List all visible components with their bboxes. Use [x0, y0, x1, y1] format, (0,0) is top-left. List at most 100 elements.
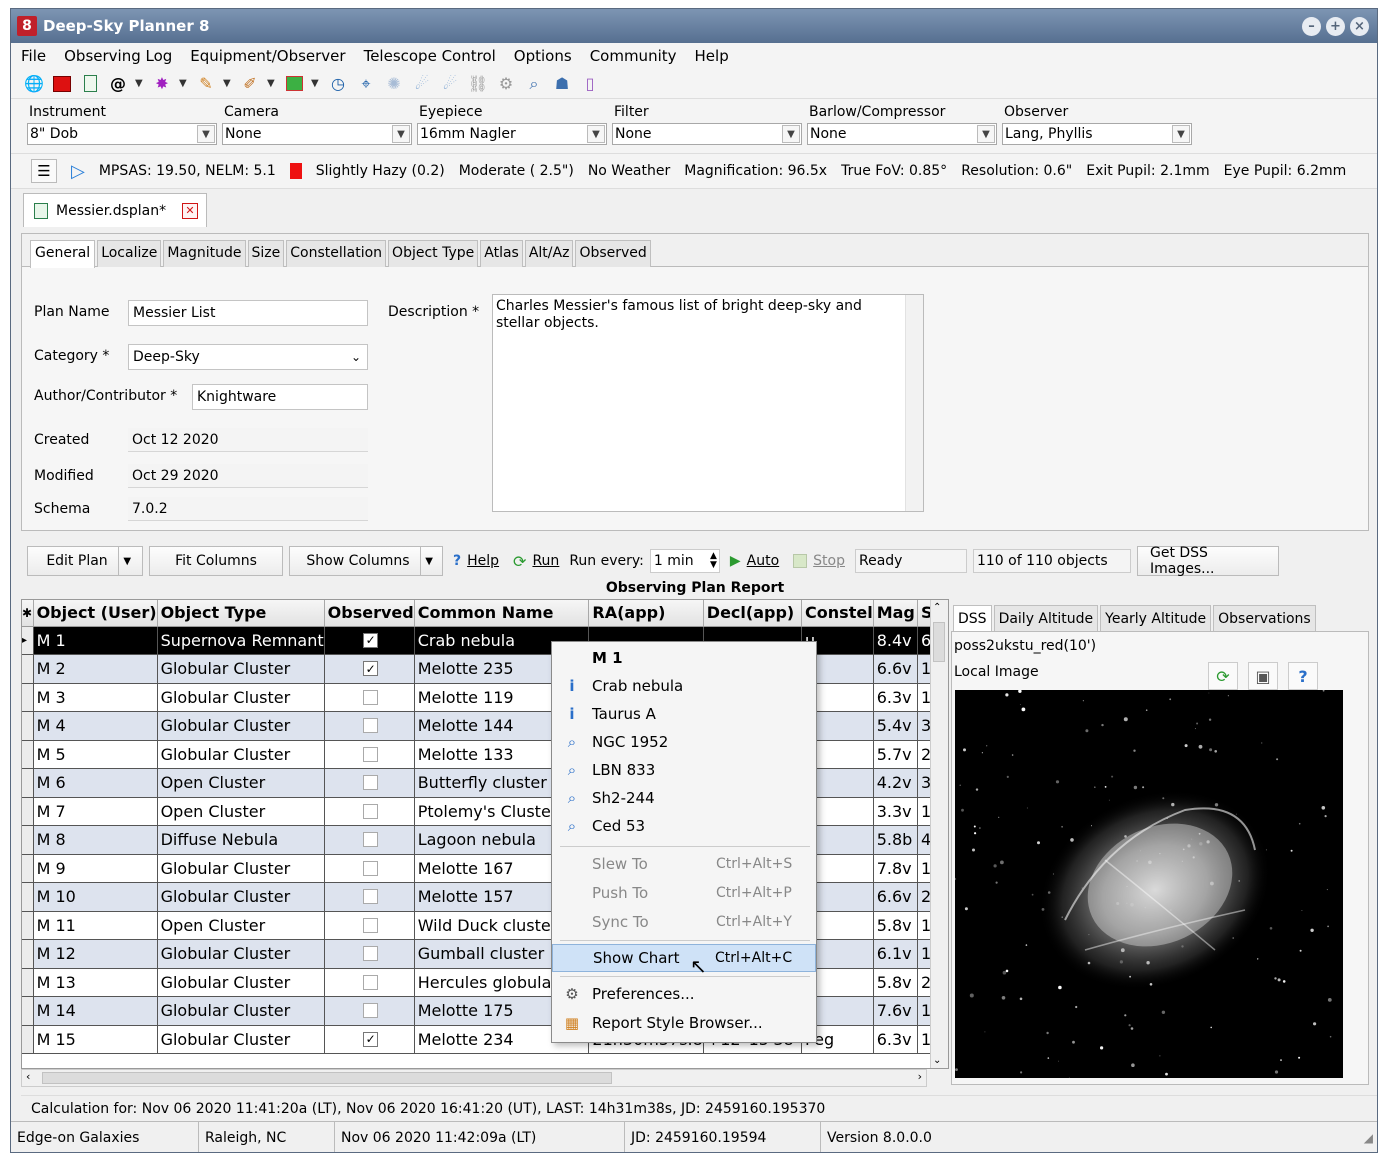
chevron-down-icon[interactable]: ▼	[1172, 125, 1190, 143]
menu-options[interactable]: Options	[514, 47, 572, 65]
scroll-down-icon[interactable]: ⌄	[933, 1055, 941, 1066]
grid-horizontal-scrollbar[interactable]: ‹ ›	[21, 1069, 927, 1087]
tab-observations[interactable]: Observations	[1213, 605, 1316, 631]
col-ra[interactable]: RA(app)	[588, 600, 704, 627]
help-button[interactable]: ? Help	[449, 553, 503, 569]
play-icon[interactable]: ▷	[71, 161, 85, 182]
author-input[interactable]: Knightware	[192, 384, 368, 410]
observed-checkbox[interactable]	[363, 860, 379, 876]
tab-localize[interactable]: Localize	[97, 240, 162, 267]
tab-observed[interactable]: Observed	[575, 240, 651, 267]
calendar-icon[interactable]	[51, 73, 73, 95]
menu-equipment-observer[interactable]: Equipment/Observer	[190, 47, 345, 65]
resize-grip-icon[interactable]: ◢	[1364, 1131, 1373, 1145]
description-textarea[interactable]: Charles Messier's famous list of bright …	[492, 294, 924, 512]
tab-alt-az[interactable]: Alt/Az	[524, 240, 574, 267]
instrument-select[interactable]: 8" Dob ▼	[27, 123, 217, 145]
barlow-select[interactable]: None ▼	[807, 123, 997, 145]
spinner-arrows-icon[interactable]: ▲ ▼	[710, 552, 717, 570]
stop-button[interactable]: Stop	[789, 553, 849, 569]
auto-button[interactable]: ▶ Auto	[726, 553, 783, 569]
minimize-button[interactable]: –	[1302, 16, 1321, 36]
menu-help[interactable]: Help	[695, 47, 729, 65]
chevron-down-icon[interactable]: ▼	[977, 125, 995, 143]
observed-checkbox[interactable]	[363, 832, 379, 848]
col-constellation[interactable]: Constel	[801, 600, 874, 627]
col-observed[interactable]: Observed	[324, 600, 415, 627]
gear-group-icon[interactable]: ⚙	[495, 73, 517, 95]
chevron-down-icon[interactable]: ▼	[267, 78, 277, 89]
save-icon[interactable]: ▣	[1248, 662, 1278, 690]
search-chart-icon[interactable]: ⌕	[523, 73, 545, 95]
chevron-down-icon[interactable]: ▼	[419, 547, 438, 575]
menu-item-crab-nebula[interactable]: i Crab nebula	[552, 672, 816, 700]
close-button[interactable]: ×	[1350, 16, 1369, 36]
fit-columns-button[interactable]: Fit Columns	[149, 546, 283, 576]
eyepiece-select[interactable]: 16mm Nagler ▼	[417, 123, 607, 145]
tab-magnitude[interactable]: Magnitude	[163, 240, 246, 267]
col-object-type[interactable]: Object Type	[157, 600, 325, 627]
tab-yearly-altitude[interactable]: Yearly Altitude	[1100, 605, 1212, 631]
tab-constellation[interactable]: Constellation	[286, 240, 387, 267]
link-icon[interactable]: ⛓	[467, 73, 489, 95]
menu-item-show-chart[interactable]: Show Chart Ctrl+Alt+C	[552, 944, 816, 972]
close-tab-icon[interactable]: ✕	[182, 202, 198, 219]
observed-checkbox[interactable]: ✓	[363, 1031, 379, 1047]
document-icon[interactable]	[79, 73, 101, 95]
menu-item-slew-to[interactable]: Slew To Ctrl+Alt+S	[552, 850, 816, 878]
chevron-down-icon[interactable]: ▼	[223, 78, 233, 89]
tab-atlas[interactable]: Atlas	[480, 240, 523, 267]
help-icon[interactable]: ?	[1288, 662, 1318, 690]
chevron-down-icon[interactable]: ▼	[135, 78, 145, 89]
tab-dss[interactable]: DSS	[953, 605, 992, 631]
run-every-spinner[interactable]: 1 min ▲ ▼	[649, 549, 720, 573]
observed-checkbox[interactable]	[363, 946, 379, 962]
pencil-chart-icon[interactable]: ✎	[195, 73, 217, 95]
refresh-icon[interactable]: ⟳	[1208, 662, 1238, 690]
edit-plan-button[interactable]: Edit Plan ▼	[27, 546, 143, 576]
filter-select[interactable]: None ▼	[612, 123, 802, 145]
menu-item-report-style-browser[interactable]: ▦ Report Style Browser...	[552, 1009, 816, 1037]
chevron-down-icon[interactable]: ▼	[117, 547, 136, 575]
map-icon[interactable]	[283, 73, 305, 95]
category-select[interactable]: Deep-Sky ⌄	[128, 344, 368, 370]
run-button[interactable]: ⟳ Run	[509, 552, 563, 571]
observed-checkbox[interactable]	[363, 746, 379, 762]
scroll-thumb[interactable]	[933, 622, 945, 662]
hamburger-menu-icon[interactable]: ☰	[31, 159, 57, 183]
tab-size[interactable]: Size	[247, 240, 285, 267]
comet-icon[interactable]: ☄	[439, 73, 461, 95]
chevron-down-icon[interactable]: ▼	[782, 125, 800, 143]
chevron-down-icon[interactable]: ▼	[311, 78, 321, 89]
scroll-up-icon[interactable]: ⌃	[933, 602, 941, 613]
horizontal-scroll-thumb[interactable]	[42, 1072, 612, 1084]
chevron-down-icon[interactable]: ⌄	[351, 350, 361, 364]
plan-name-input[interactable]: Messier List	[128, 300, 368, 326]
col-object[interactable]: Object (User)	[33, 600, 158, 627]
observer-select[interactable]: Lang, Phyllis ▼	[1002, 123, 1192, 145]
observed-checkbox[interactable]: ✓	[363, 632, 379, 648]
observed-checkbox[interactable]: ✓	[363, 661, 379, 677]
atom-icon[interactable]: ✺	[383, 73, 405, 95]
chevron-down-icon[interactable]: ▼	[587, 125, 605, 143]
maximize-button[interactable]: +	[1326, 16, 1345, 36]
row-selector-header[interactable]: ✱	[22, 600, 34, 627]
document-tab-messier[interactable]: Messier.dsplan* ✕	[23, 193, 207, 227]
col-common-name[interactable]: Common Name	[414, 600, 590, 627]
observed-checkbox[interactable]	[363, 718, 379, 734]
satellite-icon[interactable]: ☄	[411, 73, 433, 95]
menu-item-sync-to[interactable]: Sync To Ctrl+Alt+Y	[552, 908, 816, 936]
menu-community[interactable]: Community	[590, 47, 677, 65]
menu-file[interactable]: File	[21, 47, 46, 65]
menu-item-ced-53[interactable]: ⌕ Ced 53	[552, 812, 816, 840]
menu-item-sh2-244[interactable]: ⌕ Sh2-244	[552, 784, 816, 812]
hierarchy-icon[interactable]: ☗	[551, 73, 573, 95]
menu-item-push-to[interactable]: Push To Ctrl+Alt+P	[552, 879, 816, 907]
menu-observing-log[interactable]: Observing Log	[64, 47, 172, 65]
camera-select[interactable]: None ▼	[222, 123, 412, 145]
globe-icon[interactable]: 🌐	[23, 73, 45, 95]
description-scrollbar[interactable]	[905, 295, 923, 511]
chevron-down-icon[interactable]: ▼	[179, 78, 189, 89]
observed-checkbox[interactable]	[363, 775, 379, 791]
chevron-down-icon[interactable]: ▼	[197, 125, 215, 143]
